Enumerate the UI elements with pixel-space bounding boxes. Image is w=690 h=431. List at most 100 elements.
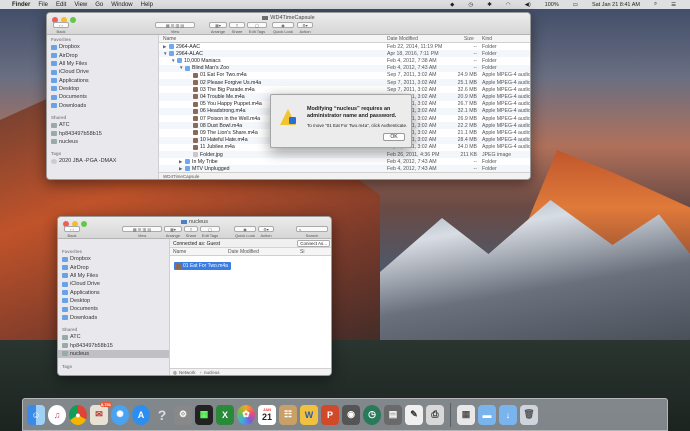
quick-look-button[interactable]: ◉ Quick Look — [272, 22, 294, 34]
disclosure-triangle[interactable]: ▶ — [179, 166, 182, 172]
help-icon[interactable]: ? — [153, 405, 171, 425]
path-nucleus[interactable]: nucleus — [204, 370, 220, 375]
arrange-button[interactable]: ▦▾ Arrange — [209, 22, 227, 34]
back-button[interactable]: ‹ › Back — [64, 226, 80, 238]
sidebar-item-documents[interactable]: Documents — [47, 93, 158, 101]
bluetooth-icon[interactable]: ✱ — [487, 2, 492, 8]
sidebar-item-hp[interactable]: hp843497b58b15 — [58, 341, 169, 349]
system-preferences-icon[interactable]: ⚙ — [174, 404, 192, 425]
path-item[interactable]: WD4TimeCapsule — [163, 174, 199, 179]
photobooth-icon[interactable]: ◉ — [342, 404, 360, 425]
action-button[interactable]: ⚙▾ Action — [258, 226, 274, 238]
sidebar-item-atc[interactable]: ATC — [47, 121, 158, 129]
column-size[interactable]: Size — [464, 36, 474, 42]
column-date[interactable]: Date Modified — [387, 36, 418, 42]
app-store-icon[interactable]: A — [132, 404, 150, 425]
sidebar-item-airdrop[interactable]: AirDrop — [58, 263, 169, 271]
safari-icon[interactable]: ✺ — [111, 404, 129, 425]
time-machine-icon[interactable]: ◷ — [363, 404, 381, 425]
archive-icon[interactable]: ▤ — [384, 404, 402, 425]
printer-icon[interactable]: ⎙ — [426, 404, 444, 425]
chrome-icon[interactable]: ● — [69, 404, 87, 425]
sidebar-item-applications[interactable]: Applications — [47, 77, 158, 85]
edit-tags-button[interactable]: ◯ Edit Tags — [200, 226, 220, 238]
disclosure-triangle[interactable]: ▼ — [171, 58, 175, 63]
finder-icon[interactable]: ☺ — [27, 404, 45, 425]
dropbox-icon[interactable]: ◆ — [450, 2, 454, 8]
disclosure-triangle[interactable]: ▼ — [179, 65, 183, 70]
sidebar-item-dropbox[interactable]: Dropbox — [58, 255, 169, 263]
sidebar-item-applications[interactable]: Applications — [58, 289, 169, 297]
share-button[interactable]: ⇪ Share — [184, 226, 198, 238]
downloads-stack-icon[interactable]: ↓ — [499, 404, 517, 425]
sidebar-item-nucleus[interactable]: nucleus — [58, 349, 169, 359]
clock[interactable]: Sat Jan 21 8:41 AM — [592, 2, 640, 8]
folder-row[interactable]: ▶ 2964-AAC Feb 22, 2014, 11:19 PM -- Folder — [159, 43, 530, 50]
sidebar-item-nucleus[interactable]: nucleus — [47, 138, 158, 146]
menu-go[interactable]: Go — [95, 2, 103, 8]
back-button[interactable]: ‹ › Back — [53, 22, 69, 34]
sidebar-item-hp[interactable]: hp843497b58b15 — [47, 129, 158, 137]
search-field[interactable]: ⌕ Search — [296, 226, 328, 238]
volume-icon[interactable]: ◀) — [525, 2, 531, 8]
sidebar-item-downloads[interactable]: Downloads — [58, 314, 169, 322]
file-row[interactable]: 01 Eat For Two.m4a Sep 7, 2011, 3:02 AM 24… — [159, 72, 530, 79]
menu-edit[interactable]: Edit — [56, 2, 66, 8]
sidebar-item-documents[interactable]: Documents — [58, 305, 169, 313]
sidebar-item-downloads[interactable]: Downloads — [47, 102, 158, 110]
menu-view[interactable]: View — [74, 2, 87, 8]
battery-percent[interactable]: 100% — [545, 2, 559, 8]
action-button[interactable]: ⚙▾ Action — [297, 22, 313, 34]
folder-row[interactable]: ▼ Blind Man's Zoo Feb 4, 2012, 7:43 AM -- Fo… — [159, 64, 530, 72]
timemachine-icon[interactable]: ◷ — [468, 2, 473, 8]
disclosure-triangle[interactable]: ▶ — [163, 44, 166, 50]
documents-stack-icon[interactable]: ▦ — [457, 404, 475, 425]
column-kind[interactable]: Kind — [482, 36, 492, 42]
view-switcher[interactable]: ▦ ☰ ▥ ▤ View — [155, 22, 195, 34]
sidebar-item-desktop[interactable]: Desktop — [47, 85, 158, 93]
search-icon[interactable]: ⌕ — [654, 1, 657, 8]
disclosure-triangle[interactable]: ▼ — [163, 51, 167, 56]
sidebar-item-airdrop[interactable]: AirDrop — [47, 51, 158, 59]
sidebar-item-all-my-files[interactable]: All My Files — [58, 272, 169, 280]
sidebar-item-all-my-files[interactable]: All My Files — [47, 60, 158, 68]
notification-center-icon[interactable]: ☰ — [671, 2, 676, 8]
column-name[interactable]: Name — [163, 36, 176, 42]
menu-window[interactable]: Window — [111, 2, 132, 8]
photos-icon[interactable]: ✿ — [237, 404, 255, 425]
dragged-file[interactable]: 01 Eat For Two.m4a — [174, 262, 231, 270]
folder-row[interactable]: ▼ 10,000 Maniacs Feb 4, 2012, 7:38 AM -- Fol… — [159, 57, 530, 64]
share-button[interactable]: ⇪ Share — [229, 22, 245, 34]
menu-finder[interactable]: Finder — [12, 2, 30, 8]
folder-stack-icon[interactable]: ▬ — [478, 404, 496, 425]
word-icon[interactable]: W — [300, 404, 318, 425]
view-switcher[interactable]: ▦ ☰ ▥ ▤ View — [122, 226, 162, 238]
sidebar-item-icloud[interactable]: iCloud Drive — [47, 68, 158, 76]
wifi-icon[interactable]: ◠ — [506, 2, 511, 8]
excel-icon[interactable]: X — [216, 404, 234, 425]
calendar-icon[interactable]: JAN 21 — [258, 404, 276, 425]
activity-monitor-icon[interactable]: ▦ — [195, 404, 213, 425]
column-name[interactable]: Name — [173, 249, 186, 255]
file-row[interactable]: 02 Please Forgive Us.m4a Sep 7, 2011, 3:0… — [159, 79, 530, 87]
menu-file[interactable]: File — [38, 2, 48, 8]
powerpoint-icon[interactable]: P — [321, 404, 339, 425]
column-size[interactable]: Si — [300, 249, 304, 255]
disclosure-triangle[interactable]: ▶ — [179, 159, 182, 165]
sidebar-item-icloud[interactable]: iCloud Drive — [58, 280, 169, 288]
arrange-button[interactable]: ▦▾ Arrange — [164, 226, 182, 238]
path-network[interactable]: Network — [179, 370, 196, 375]
sidebar-item-desktop[interactable]: Desktop — [58, 297, 169, 305]
textedit-icon[interactable]: ✎ — [405, 404, 423, 425]
connect-as-button[interactable]: Connect As... — [297, 240, 330, 247]
sidebar-tag[interactable]: 2020 JBA -PGA -DMAX — [47, 157, 158, 165]
file-row[interactable]: 03 The Big Parade.m4a Sep 7, 2011, 3:02 A… — [159, 86, 530, 93]
trash-icon[interactable]: 🗑 — [520, 404, 538, 425]
contacts-icon[interactable]: ☷ — [279, 404, 297, 425]
menu-help[interactable]: Help — [141, 2, 153, 8]
sidebar-item-dropbox[interactable]: Dropbox — [47, 43, 158, 51]
sidebar-item-atc[interactable]: ATC — [58, 333, 169, 341]
file-row[interactable]: Folder.jpg Feb 26, 2011, 4:36 PM 211 KB JPE… — [159, 151, 530, 159]
itunes-icon[interactable]: ♫ — [48, 404, 66, 425]
folder-row[interactable]: ▶ In My Tribe Feb 4, 2012, 7:43 AM -- Folder — [159, 158, 530, 165]
